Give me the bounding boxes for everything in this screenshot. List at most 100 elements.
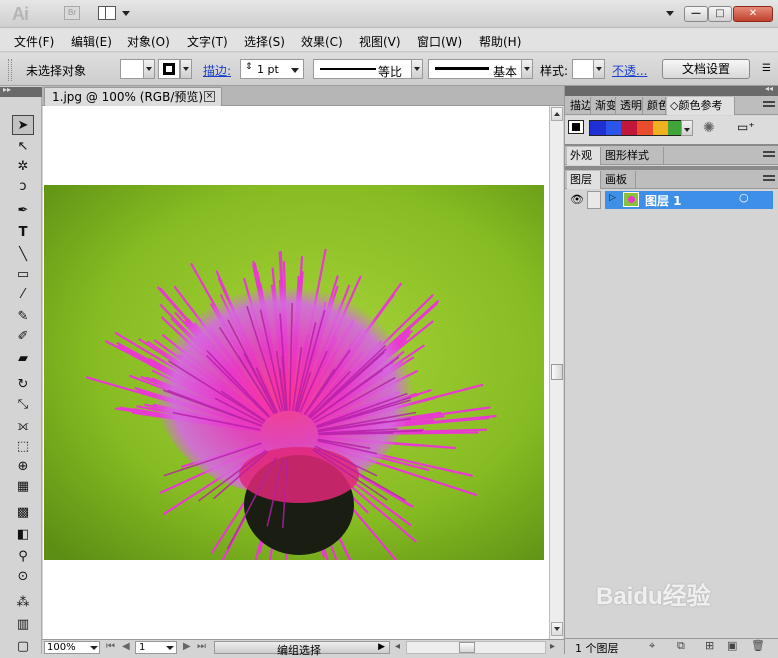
stroke-label[interactable]: 描边: bbox=[203, 62, 231, 79]
fill-dropdown[interactable] bbox=[143, 59, 155, 79]
scroll-left-icon[interactable]: ◂ bbox=[395, 641, 400, 652]
visibility-eye-icon[interactable]: 👁 bbox=[570, 193, 584, 206]
menu-edit[interactable]: 编辑(E) bbox=[71, 33, 112, 50]
gradient-icon[interactable]: ◧ bbox=[12, 525, 34, 545]
workspace-dropdown-icon[interactable] bbox=[666, 11, 674, 16]
lock-toggle[interactable] bbox=[587, 191, 601, 209]
base-color-swatch[interactable] bbox=[568, 120, 584, 134]
locate-object-icon[interactable]: ⌖ bbox=[649, 639, 655, 653]
new-layer-icon[interactable]: ▣ bbox=[727, 639, 737, 652]
harmony-swatch[interactable] bbox=[621, 121, 638, 135]
harmony-swatch[interactable] bbox=[605, 121, 622, 135]
chevron-down-icon[interactable] bbox=[90, 646, 98, 650]
rectangle-icon[interactable]: ▭ bbox=[12, 265, 34, 285]
pen-icon[interactable]: ✒ bbox=[12, 201, 34, 221]
placed-photo[interactable] bbox=[44, 185, 544, 560]
panel-menu-icon[interactable] bbox=[763, 151, 775, 159]
menu-help[interactable]: 帮助(H) bbox=[479, 33, 521, 50]
stroke-swatch[interactable] bbox=[158, 59, 180, 79]
free-transform-icon[interactable]: ⬚ bbox=[12, 437, 34, 457]
scroll-up-button[interactable] bbox=[551, 107, 563, 121]
harmony-colors-bar[interactable] bbox=[589, 120, 685, 136]
pencil-icon[interactable]: ✎ bbox=[12, 307, 34, 327]
selection-indicator[interactable] bbox=[761, 191, 773, 209]
stepper-icon[interactable]: ⇕ bbox=[245, 62, 253, 72]
vertical-scrollbar[interactable] bbox=[549, 106, 563, 639]
close-button[interactable]: ✕ bbox=[733, 6, 773, 22]
brush-definition[interactable]: 基本 bbox=[428, 59, 526, 79]
style-swatch[interactable] bbox=[572, 59, 594, 79]
scroll-thumb[interactable] bbox=[551, 364, 563, 380]
chevron-down-icon[interactable] bbox=[291, 68, 299, 73]
play-icon[interactable]: ▶ bbox=[378, 642, 385, 652]
lasso-icon[interactable]: ↄ bbox=[12, 177, 34, 197]
menu-effect[interactable]: 效果(C) bbox=[301, 33, 343, 50]
arrange-documents-icon[interactable] bbox=[98, 6, 116, 20]
variable-width-profile[interactable]: 等比 bbox=[313, 59, 421, 79]
layer-name[interactable]: 图层 1 bbox=[645, 192, 682, 209]
next-page-icon[interactable]: ▶ bbox=[183, 641, 191, 652]
last-page-icon[interactable]: ⏭ bbox=[197, 641, 206, 652]
menu-view[interactable]: 视图(V) bbox=[359, 33, 401, 50]
document-tab[interactable]: 1.jpg @ 100% (RGB/预览) × bbox=[44, 87, 222, 106]
selection-arrow-icon[interactable]: ➤ bbox=[12, 115, 34, 135]
shape-builder-icon[interactable]: ⊕ bbox=[12, 457, 34, 477]
layer-row[interactable]: ▷ 图层 1 ○ bbox=[605, 191, 761, 209]
menu-file[interactable]: 文件(F) bbox=[14, 33, 54, 50]
first-page-icon[interactable]: ⏮ bbox=[106, 641, 115, 652]
target-circle-icon[interactable]: ○ bbox=[739, 191, 749, 204]
direct-selection-icon[interactable]: ↖ bbox=[12, 137, 34, 157]
panel-dock-header[interactable]: ◂◂ bbox=[565, 84, 778, 96]
tab-stroke[interactable]: 描边 bbox=[567, 97, 591, 115]
perspective-icon[interactable]: ▦ bbox=[12, 477, 34, 497]
horizontal-scroll-thumb[interactable] bbox=[459, 642, 475, 653]
stroke-dropdown[interactable] bbox=[180, 59, 192, 79]
expand-triangle-icon[interactable]: ▷ bbox=[609, 193, 616, 203]
eyedropper-icon[interactable]: ⚲ bbox=[12, 547, 34, 567]
menu-object[interactable]: 对象(O) bbox=[127, 33, 170, 50]
harmony-dropdown[interactable] bbox=[681, 120, 693, 136]
menu-type[interactable]: 文字(T) bbox=[187, 33, 228, 50]
menu-select[interactable]: 选择(S) bbox=[244, 33, 285, 50]
artboard-icon[interactable]: ▢ bbox=[12, 637, 34, 657]
harmony-swatch[interactable] bbox=[590, 121, 606, 135]
tab-color-guide[interactable]: ◇颜色参考 bbox=[667, 97, 735, 115]
scale-icon[interactable]: ⤡ bbox=[12, 395, 34, 415]
tab-color[interactable]: 颜色 bbox=[644, 97, 666, 115]
panel-menu-icon[interactable] bbox=[763, 101, 775, 109]
scroll-right-icon[interactable]: ▸ bbox=[550, 641, 555, 652]
prev-page-icon[interactable]: ◀ bbox=[122, 641, 130, 652]
document-setup-button[interactable]: 文档设置 bbox=[662, 59, 750, 79]
trash-icon[interactable]: 🗑 bbox=[751, 639, 765, 652]
column-graph-icon[interactable]: ▥ bbox=[12, 615, 34, 635]
eraser-icon[interactable]: ▰ bbox=[12, 349, 34, 369]
stroke-weight-field[interactable]: ⇕ 1 pt bbox=[240, 59, 304, 79]
new-sublayer-icon[interactable]: ⊞ bbox=[705, 639, 714, 652]
panel-menu-icon[interactable] bbox=[763, 175, 775, 183]
blend-icon[interactable]: ⊙ bbox=[12, 567, 34, 587]
grip-handle[interactable] bbox=[8, 59, 12, 81]
status-tool-menu[interactable]: 编组选择 ▶ bbox=[214, 641, 390, 657]
close-icon[interactable]: × bbox=[204, 91, 215, 102]
magic-wand-icon[interactable]: ✲ bbox=[12, 157, 34, 177]
tab-graphic-styles[interactable]: 图形样式 bbox=[602, 147, 664, 165]
blob-brush-icon[interactable]: ✐ bbox=[12, 327, 34, 347]
chevron-down-icon[interactable] bbox=[122, 11, 130, 16]
chevron-down-icon[interactable] bbox=[166, 646, 174, 650]
page-field[interactable]: 1 bbox=[135, 641, 177, 654]
fill-swatch[interactable] bbox=[120, 59, 144, 79]
panel-menu-icon[interactable]: ☰ bbox=[762, 63, 771, 74]
harmony-swatch[interactable] bbox=[637, 121, 653, 135]
tab-artboards[interactable]: 画板 bbox=[602, 171, 636, 189]
clipping-mask-icon[interactable]: ⧉ bbox=[677, 639, 685, 653]
type-icon[interactable]: T bbox=[12, 223, 34, 243]
scroll-down-button[interactable] bbox=[551, 622, 563, 636]
tab-transparency[interactable]: 透明 bbox=[617, 97, 643, 115]
style-dropdown[interactable] bbox=[593, 59, 605, 79]
paintbrush-icon[interactable]: ⁄ bbox=[12, 285, 34, 305]
line-icon[interactable]: ╲ bbox=[12, 245, 34, 265]
horizontal-scrollbar[interactable] bbox=[406, 641, 546, 654]
maximize-button[interactable]: □ bbox=[708, 6, 732, 22]
opacity-link[interactable]: 不透... bbox=[612, 62, 647, 79]
save-swatch-group-icon[interactable]: ▭⁺ bbox=[737, 120, 755, 134]
